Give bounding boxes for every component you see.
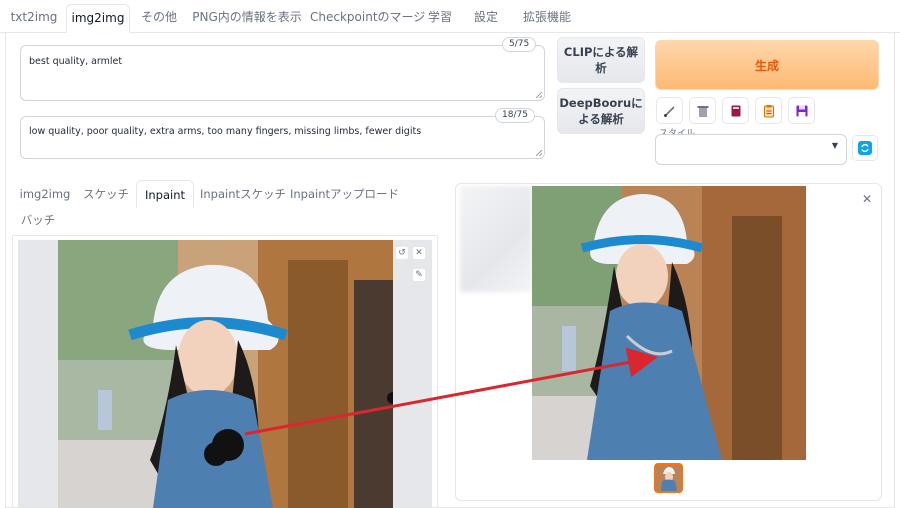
positive-token-counter: 5/75 (502, 37, 537, 52)
tab-extras[interactable]: その他 (136, 4, 182, 33)
clip-button-label-line2: 析 (595, 61, 607, 75)
output-image[interactable] (532, 186, 806, 460)
generate-button[interactable]: 生成 (655, 40, 879, 90)
output-thumbnail[interactable] (654, 463, 683, 493)
deepbooru-button-label-line1: DeepBooruに (559, 96, 643, 110)
negative-prompt-textarea[interactable]: low quality, poor quality, extra arms, t… (20, 116, 545, 159)
caret-down-icon: ▼ (831, 141, 838, 150)
undo-icon[interactable]: ↺ (395, 246, 409, 260)
refresh-styles-button[interactable] (852, 135, 878, 161)
clip-button-label-line1: CLIPによる解 (563, 45, 639, 59)
close-icon[interactable]: ✕ (862, 192, 872, 206)
tab-settings[interactable]: 設定 (466, 4, 506, 33)
clip-interrogate-button[interactable]: CLIPによる解 析 (557, 37, 645, 83)
tab-mode-sketch[interactable]: スケッチ (82, 180, 130, 208)
tab-txt2img[interactable]: txt2img (8, 4, 60, 33)
tab-mode-batch[interactable]: バッチ (18, 206, 58, 234)
deepbooru-interrogate-button[interactable]: DeepBooruに よる解析 (557, 88, 645, 134)
tab-mode-inpaint-sketch[interactable]: Inpaintスケッチ (200, 180, 286, 208)
deepbooru-button-label-line2: よる解析 (578, 112, 624, 126)
clipboard-icon (763, 104, 774, 117)
negative-token-counter: 18/75 (495, 108, 535, 123)
trash-icon (697, 105, 708, 117)
blurred-preview-image (460, 186, 532, 292)
positive-prompt-textarea[interactable]: best quality, armlet (20, 45, 545, 101)
tab-extensions[interactable]: 拡張機能 (514, 4, 580, 33)
close-icon[interactable]: ✕ (412, 246, 426, 260)
apply-style-button[interactable] (755, 97, 782, 124)
resize-grip-icon[interactable] (536, 150, 542, 156)
tab-checkpoint-merger[interactable]: Checkpointのマージ (310, 4, 425, 33)
show-extra-networks-button[interactable] (722, 97, 749, 124)
book-icon (731, 105, 740, 116)
top-tab-bar: txt2img img2img その他 PNG内の情報を表示 Checkpoin… (0, 0, 900, 33)
tab-mode-inpaint[interactable]: Inpaint (136, 180, 194, 208)
positive-prompt-text: best quality, armlet (29, 56, 123, 67)
tab-img2img[interactable]: img2img (66, 4, 130, 33)
tab-mode-img2img[interactable]: img2img (16, 180, 74, 208)
tab-mode-inpaint-upload[interactable]: Inpaintアップロード (290, 180, 399, 208)
tab-png-info[interactable]: PNG内の情報を表示 (190, 4, 304, 33)
style-dropdown[interactable]: ▼ (655, 134, 847, 165)
refresh-icon (858, 141, 872, 155)
clear-button[interactable] (689, 97, 716, 124)
brush-icon[interactable]: ✎ (412, 268, 426, 282)
paint-button[interactable] (656, 97, 683, 124)
resize-grip-icon[interactable] (536, 92, 542, 98)
negative-prompt-text: low quality, poor quality, extra arms, t… (29, 126, 422, 137)
inpaint-canvas-image[interactable] (58, 240, 393, 508)
tab-train[interactable]: 学習 (420, 4, 460, 33)
save-style-button[interactable] (788, 97, 815, 124)
paint-icon (663, 105, 675, 117)
save-icon (796, 105, 807, 116)
